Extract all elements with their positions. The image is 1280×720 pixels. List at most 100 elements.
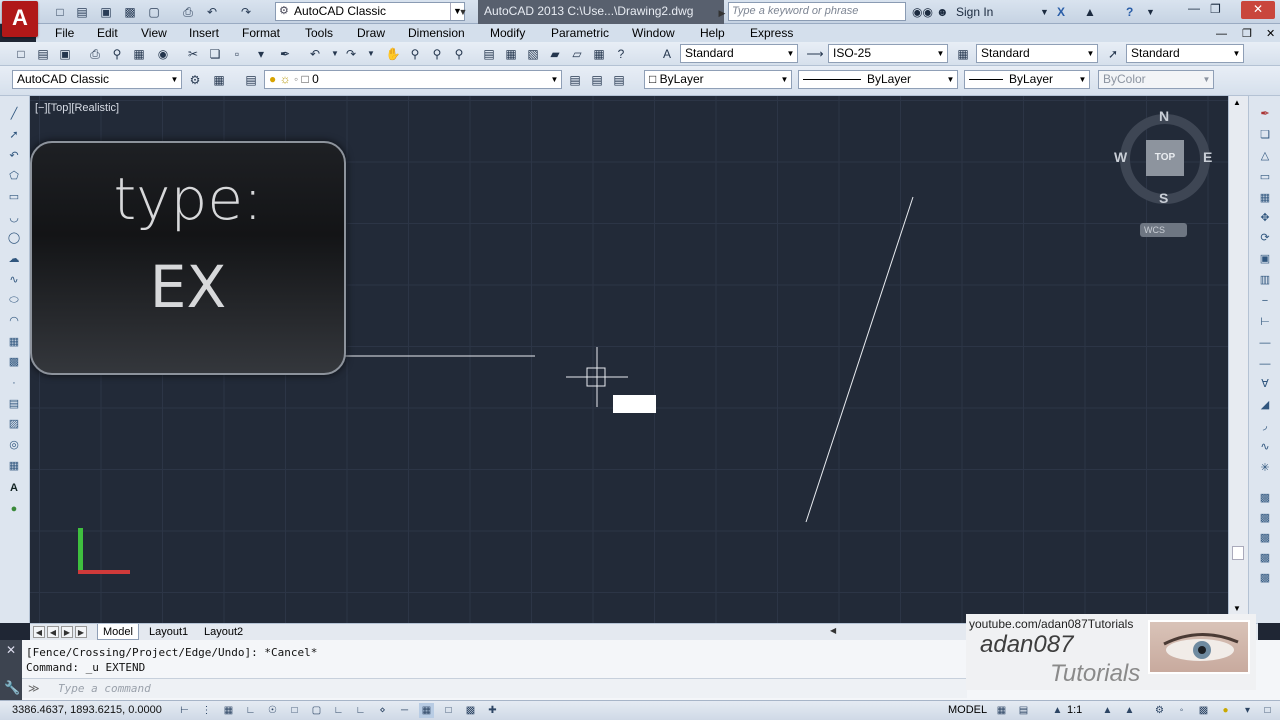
exchange-icon[interactable]: X xyxy=(1057,4,1065,20)
undo-icon[interactable]: ↶ xyxy=(306,45,324,63)
draworder-above-icon[interactable]: ▩ xyxy=(1256,530,1274,546)
markup-icon[interactable]: ▱ xyxy=(568,45,586,63)
viewcube-east[interactable]: E xyxy=(1203,149,1212,165)
new-icon[interactable]: □ xyxy=(52,4,68,20)
rectangle-icon[interactable]: ▭ xyxy=(5,189,23,205)
lineweight-select[interactable]: ByLayer ▼ xyxy=(964,70,1090,89)
vertical-scrollbar[interactable]: ▲ ▼ xyxy=(1228,96,1248,619)
save-icon[interactable]: ▣ xyxy=(98,4,114,20)
allow-ucs-icon[interactable]: ∟ xyxy=(353,703,368,718)
annotation-visibility-icon[interactable]: ▲ xyxy=(1100,703,1115,718)
wcs-menu[interactable]: WCS xyxy=(1140,223,1187,237)
publish-icon[interactable]: ▦ xyxy=(130,45,148,63)
dynamic-input-icon[interactable]: ⋄ xyxy=(375,703,390,718)
quick-view-drawings-icon[interactable]: ▤ xyxy=(1016,703,1031,718)
dim-style-select[interactable]: ISO-25 ▼ xyxy=(828,44,948,63)
help-search-input[interactable]: Type a keyword or phrase xyxy=(728,2,906,21)
cut-icon[interactable]: ✂ xyxy=(184,45,202,63)
workspace-switching-icon[interactable]: ⚙ xyxy=(1152,703,1167,718)
layer-properties-icon[interactable]: ▤ xyxy=(242,71,260,89)
circle-icon[interactable]: ◯ xyxy=(5,230,23,246)
break-icon[interactable]: — xyxy=(1256,356,1274,372)
viewcube-south[interactable]: S xyxy=(1159,190,1168,206)
tab-layout2[interactable]: Layout2 xyxy=(199,624,248,640)
region-icon[interactable]: ◎ xyxy=(5,437,23,453)
sheet-set-icon[interactable]: ▰ xyxy=(546,45,564,63)
plot-preview-icon[interactable]: ▢ xyxy=(146,4,162,20)
first-tab-icon[interactable]: ◀ xyxy=(33,626,45,638)
table-style-select[interactable]: Standard ▼ xyxy=(976,44,1098,63)
color-select[interactable]: □ ByLayer ▼ xyxy=(644,70,792,89)
explode-icon[interactable]: ✳ xyxy=(1256,460,1274,476)
application-menu-button[interactable]: A xyxy=(2,1,38,37)
spline-icon[interactable]: ∿ xyxy=(5,272,23,288)
object-snap-tracking-icon[interactable]: ∟ xyxy=(331,703,346,718)
menu-format[interactable]: Format xyxy=(242,25,280,41)
auto-scale-icon[interactable]: ▲ xyxy=(1122,703,1137,718)
sign-in-dropdown-icon[interactable]: ▼ xyxy=(1040,4,1049,20)
draworder-front-icon[interactable]: ▩ xyxy=(1256,490,1274,506)
stretch-icon[interactable]: ▥ xyxy=(1256,272,1274,288)
minimize-icon[interactable]: — xyxy=(1188,0,1200,16)
tab-model[interactable]: Model xyxy=(97,624,139,640)
menu-file[interactable]: File xyxy=(55,25,74,41)
scroll-thumb[interactable] xyxy=(1232,546,1244,560)
fillet-icon[interactable]: ◞ xyxy=(1256,418,1274,434)
menu-parametric[interactable]: Parametric xyxy=(551,25,609,41)
paste-dropdown-icon[interactable]: ▾ xyxy=(252,45,270,63)
menu-tools[interactable]: Tools xyxy=(305,25,333,41)
zoom-window-icon[interactable]: ⚲ xyxy=(428,45,446,63)
ortho-mode-icon[interactable]: ∟ xyxy=(243,703,258,718)
draworder-back-icon[interactable]: ▩ xyxy=(1256,510,1274,526)
menu-dimension[interactable]: Dimension xyxy=(408,25,465,41)
polar-tracking-icon[interactable]: ☉ xyxy=(265,703,280,718)
workspace-selector[interactable]: ⚙ AutoCAD Classic ▼ xyxy=(275,2,465,21)
move-icon[interactable]: ✥ xyxy=(1256,210,1274,226)
polygon-icon[interactable]: ⬠ xyxy=(5,168,23,184)
pan-icon[interactable]: ✋ xyxy=(384,45,402,63)
undo-icon[interactable]: ↶ xyxy=(204,4,220,20)
lock-icon[interactable]: ◦ xyxy=(1174,703,1189,718)
trim-icon[interactable]: − xyxy=(1256,293,1274,309)
transparency-icon[interactable]: ▦ xyxy=(419,703,434,718)
close-icon[interactable]: ✕ xyxy=(1241,1,1275,19)
line-icon[interactable]: ╱ xyxy=(5,106,23,122)
extend-icon[interactable]: ⊢ xyxy=(1256,314,1274,330)
chamfer-icon[interactable]: ◢ xyxy=(1256,397,1274,413)
zoom-previous-icon[interactable]: ⚲ xyxy=(450,45,468,63)
design-center-icon[interactable]: ▦ xyxy=(502,45,520,63)
draworder-under-icon[interactable]: ▩ xyxy=(1256,550,1274,566)
close-icon[interactable]: ✕ xyxy=(0,643,22,657)
polyline-icon[interactable]: ↶ xyxy=(5,148,23,164)
point-icon[interactable]: · xyxy=(5,375,23,391)
quick-view-layouts-icon[interactable]: ▦ xyxy=(994,703,1009,718)
save-icon[interactable]: ▣ xyxy=(56,45,74,63)
3d-object-snap-icon[interactable]: ▢ xyxy=(309,703,324,718)
insert-block-icon[interactable]: ▦ xyxy=(5,334,23,350)
annotation-monitor-icon[interactable]: ✚ xyxy=(485,703,500,718)
mirror-icon[interactable]: △ xyxy=(1256,148,1274,164)
construction-line-icon[interactable]: ➚ xyxy=(5,127,23,143)
multiline-text-icon[interactable]: A xyxy=(5,480,23,496)
redo-icon[interactable]: ↷ xyxy=(238,4,254,20)
layer-previous-icon[interactable]: ▤ xyxy=(588,71,606,89)
menu-insert[interactable]: Insert xyxy=(189,25,219,41)
help-icon[interactable]: ? xyxy=(612,45,630,63)
binoculars-icon[interactable]: ◉◉ xyxy=(912,4,933,20)
text-to-front-icon[interactable]: ▩ xyxy=(1256,570,1274,586)
customize-quick-access-icon[interactable]: ▼ xyxy=(455,4,471,20)
snap-mode-icon[interactable]: ⋮ xyxy=(199,703,214,718)
sign-in-button[interactable]: Sign In xyxy=(956,4,993,20)
command-input[interactable]: ≫ Type a command xyxy=(22,678,967,698)
workspace-combo[interactable]: AutoCAD Classic ▼ xyxy=(12,70,182,89)
restore-icon[interactable]: ❐ xyxy=(1210,1,1221,17)
clean-screen-icon[interactable]: □ xyxy=(1260,703,1275,718)
menu-draw[interactable]: Draw xyxy=(357,25,385,41)
hardware-acceleration-icon[interactable]: ▩ xyxy=(1196,703,1211,718)
ellipse-icon[interactable]: ⬭ xyxy=(5,292,23,308)
plot-icon[interactable]: ⎙ xyxy=(86,45,104,63)
save-as-icon[interactable]: ▩ xyxy=(122,4,138,20)
menu-help[interactable]: Help xyxy=(700,25,725,41)
gradient-icon[interactable]: ▨ xyxy=(5,416,23,432)
menu-modify[interactable]: Modify xyxy=(490,25,525,41)
